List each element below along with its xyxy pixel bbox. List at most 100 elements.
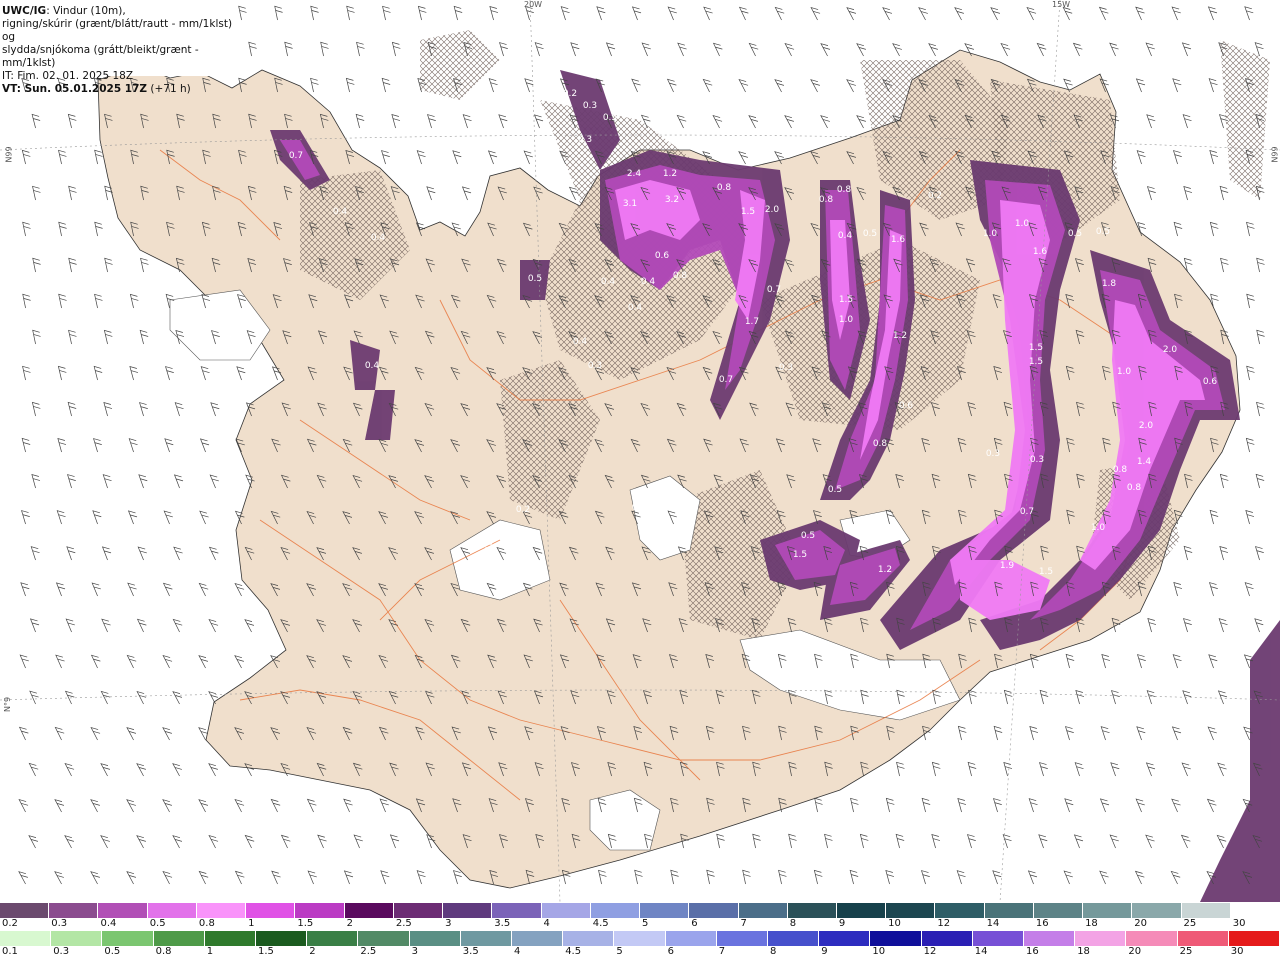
legend-swatch (590, 903, 641, 918)
precip-value-label: 0.2 (516, 505, 530, 515)
legend-swatch (344, 903, 394, 918)
legend-swatch (1075, 931, 1127, 946)
precip-value-label: 1.2 (878, 565, 892, 575)
legend-swatch (665, 931, 717, 946)
precip-value-label: 0.3 (588, 361, 602, 371)
precip-value-label: 1.2 (663, 169, 677, 179)
precip-value-label: 0.4 (628, 303, 643, 313)
precip-value-label: 0.4 (333, 207, 348, 217)
legend-swatch (256, 931, 308, 946)
precip-value-label: 0.5 (863, 229, 877, 239)
legend-label: 7 (740, 918, 747, 929)
legend-swatch (935, 903, 985, 918)
legend-label: 18 (1085, 918, 1098, 929)
legend-label: 8 (789, 918, 797, 929)
legend-swatch (460, 931, 513, 946)
legend-swatch (492, 903, 542, 918)
legend-swatch (512, 931, 564, 946)
legend-label: 0.1 (2, 946, 18, 957)
legend-label: 3.5 (494, 918, 511, 929)
precip-value-label: 0.6 (1203, 377, 1218, 387)
legend-swatch (246, 903, 296, 918)
legend-label: 7 (718, 946, 726, 957)
precip-value-label: 0.3 (986, 449, 1000, 459)
info-issue-time: IT: Fim. 02. 01. 2025 18Z (2, 70, 134, 82)
precip-value-label: 0.2 (632, 503, 646, 513)
legend-swatch (153, 931, 205, 946)
info-line3: slydda/snjókoma (grátt/bleikt/grænt - mm… (2, 44, 199, 69)
grid-label-66n-right: 66N (1269, 146, 1279, 163)
legend-swatch (1228, 931, 1280, 946)
legend-label: 8 (770, 946, 777, 957)
legend-swatch (98, 903, 148, 918)
grid-label-n9: N°9 (3, 696, 13, 713)
grid-label-20w: 20W (524, 0, 543, 9)
precip-value-label: 2.4 (627, 169, 642, 179)
legend-swatch (614, 931, 666, 946)
legend-label: 0.3 (51, 918, 68, 929)
legend-swatch (870, 931, 922, 946)
legend-label: 12 (937, 918, 951, 929)
weather-map: 0.2 0.3 0.5 0.3 0.7 0.4 0.4 2.4 1.2 3.1 3.2 0.8 1.5 2… (0, 0, 1280, 902)
legend-label: 25 (1183, 918, 1197, 929)
precip-value-label: 1.5 (1029, 343, 1043, 353)
legend-swatch (716, 931, 769, 946)
legend-label: 1.5 (258, 946, 274, 957)
precip-value-label: 0.7 (767, 285, 781, 295)
legend-label: 9 (821, 946, 828, 957)
legend-swatch (1033, 903, 1084, 918)
precip-value-label: 1.0 (983, 229, 998, 239)
legend-swatch (51, 931, 103, 946)
legend-label: 5 (642, 918, 649, 929)
legend-swatch (563, 931, 615, 946)
precip-value-label: 1.0 (1015, 219, 1030, 229)
precip-value-label: 0.4 (838, 231, 853, 241)
legend-swatch (49, 903, 99, 918)
legend-label: 0.2 (2, 918, 18, 929)
legend-label: 16 (1035, 918, 1049, 929)
precip-value-label: 0.5 (1068, 229, 1082, 239)
legend-swatch (768, 931, 820, 946)
precip-value-label: 0.6 (655, 251, 670, 261)
precip-value-label: 0.3 (779, 363, 793, 373)
precip-value-label: 0.8 (1113, 465, 1128, 475)
model-name: UWC/IG (2, 5, 47, 17)
precip-value-label: 0.3 (1030, 455, 1044, 465)
legend-label: 0.5 (104, 946, 121, 957)
legend-swatch (1126, 931, 1178, 946)
legend-label: 4.5 (565, 946, 582, 957)
legend-swatch (393, 903, 444, 918)
precip-value-label: 0.8 (819, 195, 834, 205)
precip-value-label: 0.5 (828, 485, 842, 495)
legend-label: 18 (1077, 946, 1090, 957)
legend-label: 2.5 (395, 918, 412, 929)
legend-label: 14 (974, 946, 988, 957)
precip-value-label: 3.1 (623, 199, 637, 209)
precip-value-label: 0.4 (573, 337, 588, 347)
precip-value-label: 0.5 (603, 113, 617, 123)
legend-swatch (738, 903, 788, 918)
precip-value-label: 0.4 (365, 361, 380, 371)
precip-value-label: 0.8 (673, 271, 688, 281)
precip-value-label: 0.5 (801, 531, 815, 541)
precip-value-label: 1.6 (891, 235, 906, 245)
precip-value-label: 1.8 (1102, 279, 1117, 289)
legend-swatch (1177, 931, 1229, 946)
legend-swatch (836, 903, 887, 918)
precip-value-label: 1.5 (741, 207, 755, 217)
precip-value-label: 0.8 (717, 183, 732, 193)
snow-color-bar (0, 903, 1280, 918)
legend-swatch (819, 931, 871, 946)
lead-time: (+71 h) (147, 83, 191, 95)
precip-value-label: 0.7 (719, 375, 733, 385)
precip-value-label: 2.0 (765, 205, 780, 215)
precip-value-label: 0.4 (371, 233, 386, 243)
precip-value-label: 1.6 (1033, 247, 1048, 257)
legend-label: 0.5 (149, 918, 166, 929)
legend-swatch (1132, 903, 1182, 918)
legend-swatch (443, 903, 493, 918)
precip-value-label: 1.0 (839, 315, 854, 325)
info-title-rest: : Vindur (10m), (46, 5, 126, 17)
precip-value-label: 0.8 (873, 439, 888, 449)
legend-label: 10 (888, 918, 901, 929)
